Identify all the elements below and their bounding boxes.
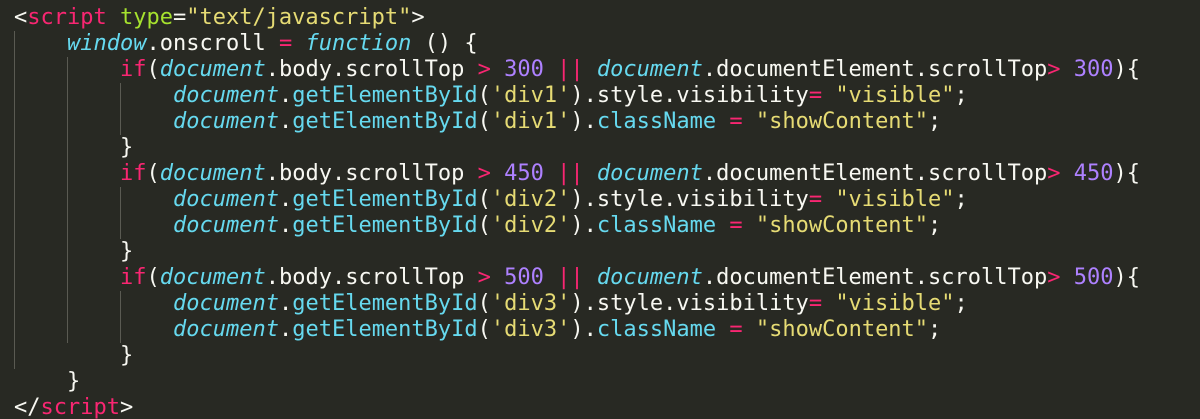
attribute-name: type [119, 5, 173, 30]
code-line-statement: document.getElementById('div3').style.vi… [173, 291, 968, 316]
number-literal: 500 [1073, 265, 1114, 290]
code-line-script-close: </script> [14, 395, 134, 419]
tag-name: script [40, 395, 120, 419]
code-line-if: if(document.body.scrollTop > 300 || docu… [120, 57, 1140, 82]
if-keyword: if [120, 161, 147, 186]
code-line-if: if(document.body.scrollTop > 500 || docu… [120, 265, 1140, 290]
tag-bracket: < [14, 5, 28, 30]
code-line-statement: document.getElementById('div1').classNam… [173, 109, 942, 134]
code-line-brace: } [120, 239, 134, 264]
number-literal: 300 [504, 57, 544, 82]
function-keyword: function [305, 31, 412, 56]
tag-bracket: </ [14, 395, 41, 419]
number-literal: 500 [504, 265, 544, 290]
code-line-2: window.onscroll = function () { [67, 31, 478, 56]
code-line-statement: document.getElementById('div2').classNam… [173, 213, 942, 238]
code-editor[interactable]: <script type="text/javascript"> window.o… [0, 0, 1200, 419]
code-line-1: <script type="text/javascript"> [14, 5, 425, 30]
code-line-statement: document.getElementById('div2').style.vi… [173, 187, 968, 212]
if-keyword: if [120, 57, 147, 82]
number-literal: 450 [504, 161, 544, 186]
window-object: window [67, 31, 147, 56]
indent-guide [120, 83, 121, 135]
code-line-brace: } [120, 135, 134, 160]
code-line-statement: document.getElementById('div3').classNam… [173, 317, 942, 342]
indent-guide [67, 57, 68, 343]
indent-guide [120, 187, 121, 239]
if-keyword: if [120, 265, 147, 290]
code-line-statement: document.getElementById('div1').style.vi… [173, 83, 968, 108]
code-line-function-close: } [67, 369, 81, 394]
attribute-value: "text/javascript" [186, 5, 412, 30]
indent-guide [120, 291, 121, 343]
number-literal: 300 [1073, 57, 1114, 82]
onscroll-property: onscroll [159, 31, 266, 56]
code-line-brace: } [120, 343, 134, 368]
tag-name: script [27, 5, 107, 30]
code-line-if: if(document.body.scrollTop > 450 || docu… [120, 161, 1140, 186]
number-literal: 450 [1073, 161, 1114, 186]
indent-guide [14, 31, 15, 369]
